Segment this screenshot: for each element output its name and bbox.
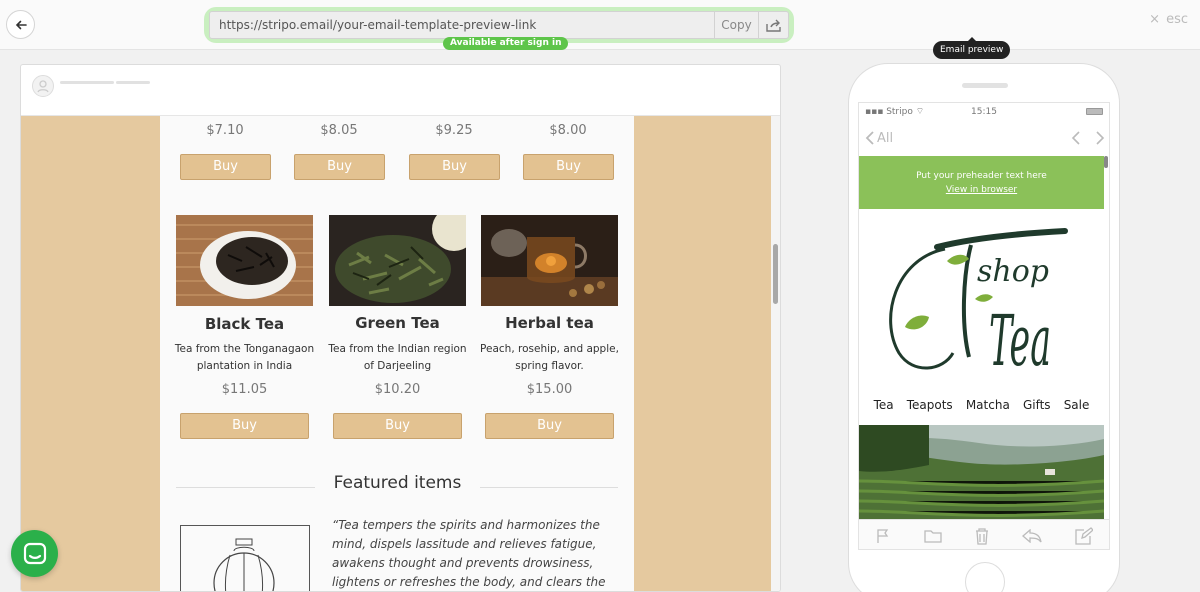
quote-line: lightens or refreshes the body, and clea… [332,575,606,589]
desktop-preview: $7.10 $8.05 $9.25 $8.00 Buy Buy Buy Buy [20,64,781,592]
featured-quote: “Tea tempers the spirits and harmonizes … [332,516,632,591]
close-icon: × [1149,12,1161,27]
availability-badge: Available after sign in [443,37,569,50]
lantern-illustration [180,525,310,591]
buy-button[interactable]: Buy [409,154,500,180]
buy-button[interactable]: Buy [485,413,614,439]
menu-item-gifts[interactable]: Gifts [1023,398,1051,412]
folder-icon[interactable] [923,528,942,544]
product-name: Green Tea [355,314,440,332]
menu-item-teapots[interactable]: Teapots [907,398,953,412]
phone-home-button [965,562,1005,592]
phone-screen: ▪▪▪ Stripo ⌔ 15:15 All Put your preheade… [858,102,1110,550]
chevron-left-icon[interactable] [1071,131,1080,145]
divider [176,487,315,488]
mobile-preview: ▪▪▪ Stripo ⌔ 15:15 All Put your preheade… [848,63,1120,592]
product-price: $11.05 [221,382,268,397]
email-body: $7.10 $8.05 $9.25 $8.00 Buy Buy Buy Buy [160,116,634,591]
product-description-line: Tea from the Tonganagaon [174,343,315,355]
product-price: $9.25 [435,123,473,138]
product-description-line: of Darjeeling [363,360,432,372]
copy-button[interactable]: Copy [714,12,758,38]
shop-tea-logo: shop Tea [859,209,1104,387]
trash-icon[interactable] [974,527,990,545]
tea-plantation-image [859,425,1104,519]
mail-back-button[interactable]: All [865,131,893,146]
battery-icon [1086,108,1103,115]
quote-line: “Tea tempers the spirits and harmonizes … [332,518,600,532]
compose-icon[interactable] [1075,526,1093,545]
green-tea-image [329,215,466,306]
mobile-menu: Tea Teapots Matcha Gifts Sale [859,387,1104,423]
esc-label: esc [1166,12,1188,27]
herbal-tea-image [481,215,618,306]
preview-link-input[interactable]: https://stripo.email/your-email-template… [210,18,714,32]
product-price: $10.20 [374,382,421,397]
product-description-line: plantation in India [196,360,293,372]
desktop-mail-header [21,65,780,116]
sender-placeholder [60,81,150,84]
mail-back-label: All [877,130,894,146]
top-bar: https://stripo.email/your-email-template… [0,0,1200,50]
logo-shop-text: shop [977,254,1049,289]
user-icon [37,80,49,93]
preheader-text: Put your preheader text here [916,171,1047,181]
product-price: $15.00 [526,382,573,397]
product-description-line: Tea from the Indian region [328,343,467,355]
phone-speaker [962,83,1008,88]
quote-line: awakens thought and prevents drowsiness, [332,556,594,570]
buy-button[interactable]: Buy [180,154,271,180]
email-canvas[interactable]: $7.10 $8.05 $9.25 $8.00 Buy Buy Buy Buy [21,116,772,591]
quote-line: mind, dispels lassitude and relieves fat… [332,537,597,551]
product-name: Black Tea [204,315,285,333]
buy-button[interactable]: Buy [294,154,385,180]
buy-button[interactable]: Buy [180,413,309,439]
product-description: Tea from the Tonganagaon plantation in I… [170,341,319,375]
email-preview-tooltip: Email preview [933,37,1011,59]
share-button[interactable] [758,12,788,38]
mobile-scrollbar[interactable] [1104,156,1108,168]
product-name: Herbal tea [505,314,594,332]
preheader: Put your preheader text here View in bro… [859,156,1104,209]
close-preview-button[interactable]: × esc [1149,12,1188,27]
buy-button[interactable]: Buy [333,413,462,439]
product-description-line: spring flavor. [515,360,584,372]
desktop-scrollbar[interactable] [771,116,780,591]
product-price: $8.05 [320,123,358,138]
back-button[interactable] [6,10,35,39]
reply-icon[interactable] [1022,528,1043,543]
product-description: Tea from the Indian region of Darjeeling [323,341,472,375]
menu-item-tea[interactable]: Tea [874,398,894,412]
scrollbar-thumb[interactable] [773,244,778,304]
share-icon [765,19,781,32]
chevron-left-icon [865,131,874,145]
divider [480,487,618,488]
menu-item-matcha[interactable]: Matcha [966,398,1010,412]
status-time: 15:15 [971,106,997,117]
chat-button[interactable] [11,530,58,577]
chevron-right-icon[interactable] [1096,131,1105,145]
product-description: Peach, rosehip, and apple, spring flavor… [475,341,624,375]
mail-nav: All [859,120,1109,156]
avatar [32,75,54,97]
status-bar: ▪▪▪ Stripo ⌔ 15:15 [859,103,1109,120]
mail-toolbar [859,519,1109,549]
logo-tea-text: Tea [989,300,1051,382]
chat-icon [23,542,46,564]
flag-icon[interactable] [875,528,891,544]
view-in-browser-link[interactable]: View in browser [859,183,1104,197]
mail-pager [1071,131,1105,145]
product-price: $7.10 [206,123,244,138]
product-description-line: Peach, rosehip, and apple, [480,343,619,355]
black-tea-image [176,215,313,306]
buy-button[interactable]: Buy [523,154,614,180]
product-price: $8.00 [549,123,587,138]
preview-link-box: https://stripo.email/your-email-template… [209,11,789,39]
arrow-left-icon [15,20,27,29]
menu-item-sale[interactable]: Sale [1064,398,1090,412]
section-title: Featured items [333,473,462,493]
